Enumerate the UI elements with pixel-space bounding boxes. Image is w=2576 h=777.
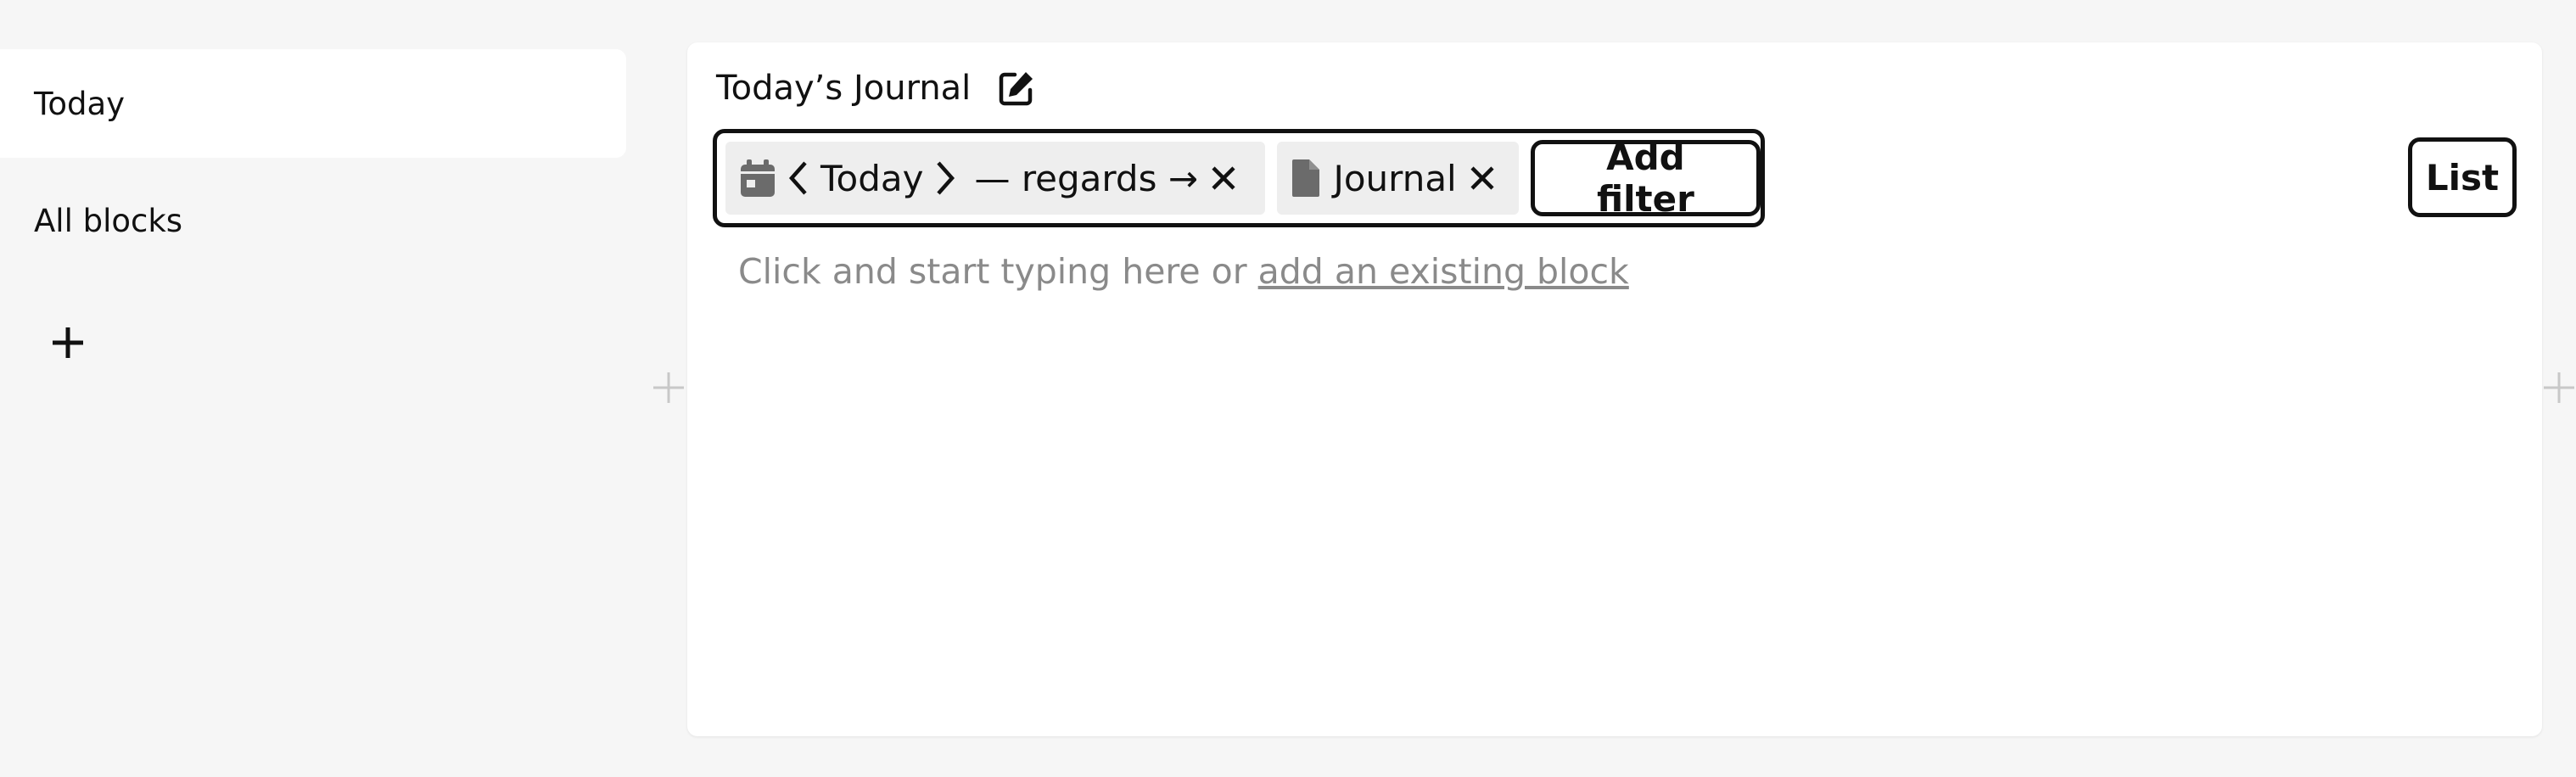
document-icon — [1291, 158, 1321, 198]
close-icon — [1470, 166, 1494, 190]
empty-hint-text: Click and start typing here or — [738, 251, 1258, 292]
next-day-button[interactable] — [935, 159, 955, 197]
add-view-button[interactable] — [48, 322, 88, 363]
chevron-right-icon — [937, 161, 955, 195]
edit-icon — [1000, 72, 1033, 106]
add-filter-button[interactable]: Add filter — [1530, 137, 1761, 220]
view-mode-button[interactable]: List — [2408, 137, 2517, 217]
plus-icon — [2544, 372, 2574, 403]
sidebar-item-label: Today — [34, 85, 126, 122]
sidebar-item-all-blocks[interactable]: All blocks — [0, 166, 626, 275]
journal-panel: Today’s Journal Today — regards → Journa… — [687, 42, 2542, 736]
previous-day-button[interactable] — [788, 159, 809, 197]
plus-icon — [653, 372, 684, 403]
remove-type-filter-button[interactable] — [1469, 165, 1496, 192]
page-title: Today’s Journal — [716, 69, 972, 108]
date-filter-chip[interactable]: Today — regards → — [725, 142, 1266, 215]
sidebar: Today All blocks — [0, 0, 628, 777]
add-column-right-button[interactable] — [2542, 371, 2576, 405]
filter-relation: — regards → — [974, 157, 1199, 199]
type-filter-label: Journal — [1333, 157, 1457, 199]
empty-hint[interactable]: Click and start typing here or add an ex… — [738, 251, 1629, 292]
edit-title-button[interactable] — [996, 67, 1039, 109]
sidebar-item-today[interactable]: Today — [0, 49, 626, 158]
add-column-left-button[interactable] — [652, 371, 686, 405]
type-filter-chip[interactable]: Journal — [1277, 142, 1519, 215]
plus-icon — [53, 327, 83, 358]
date-filter-label: Today — [820, 157, 924, 199]
panel-header: Today’s Journal — [716, 63, 1039, 114]
close-icon — [1212, 166, 1235, 190]
chevron-left-icon — [788, 161, 807, 195]
add-existing-block-link[interactable]: add an existing block — [1258, 251, 1629, 292]
sidebar-item-label: All blocks — [34, 202, 183, 239]
filter-bar: Today — regards → Journal Add filter — [713, 129, 1765, 227]
calendar-icon — [739, 158, 776, 198]
remove-date-filter-button[interactable] — [1210, 165, 1237, 192]
